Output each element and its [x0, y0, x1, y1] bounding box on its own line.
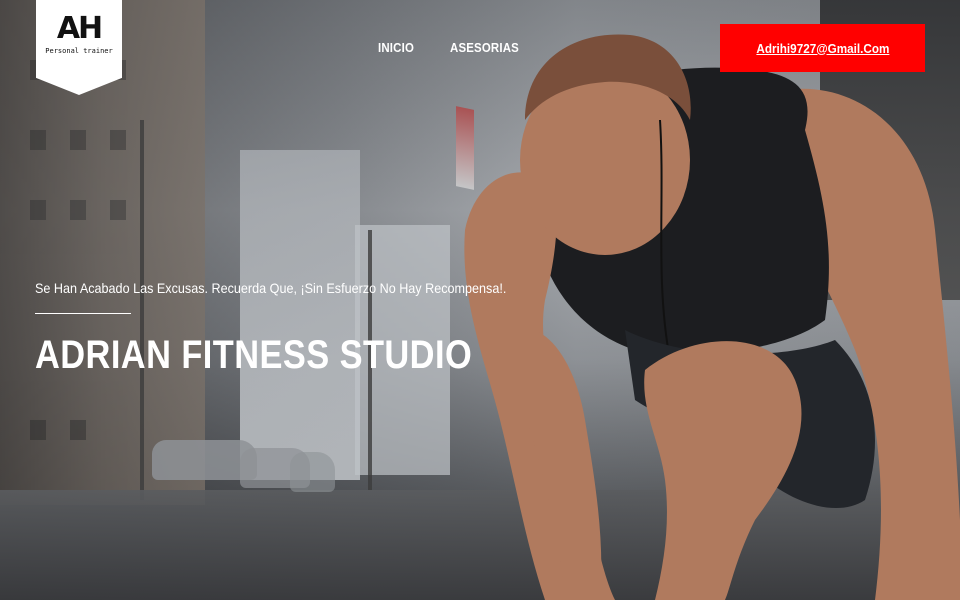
parked-car — [290, 452, 335, 492]
background-building-center — [240, 150, 360, 480]
logo-monogram: AH — [56, 11, 103, 46]
hero-divider — [35, 313, 131, 314]
nav-link-inicio[interactable]: INICIO — [378, 40, 414, 55]
nav-link-asesorias[interactable]: ASESORIAS — [450, 40, 519, 55]
hero-tagline: Se Han Acabado Las Excusas. Recuerda Que… — [35, 280, 507, 296]
athlete-image — [464, 34, 960, 600]
logo-subtitle: Personal trainer — [45, 47, 113, 55]
street-lamp — [140, 120, 144, 500]
hero-title: ADRIAN FITNESS STUDIO — [35, 333, 473, 377]
email-contact-button[interactable]: Adrihi9727@Gmail.Com — [720, 24, 925, 72]
main-navigation: INICIO ASESORIAS — [378, 40, 528, 55]
brand-logo[interactable]: AH Personal trainer — [36, 0, 122, 95]
email-contact-label: Adrihi9727@Gmail.Com — [755, 40, 890, 56]
